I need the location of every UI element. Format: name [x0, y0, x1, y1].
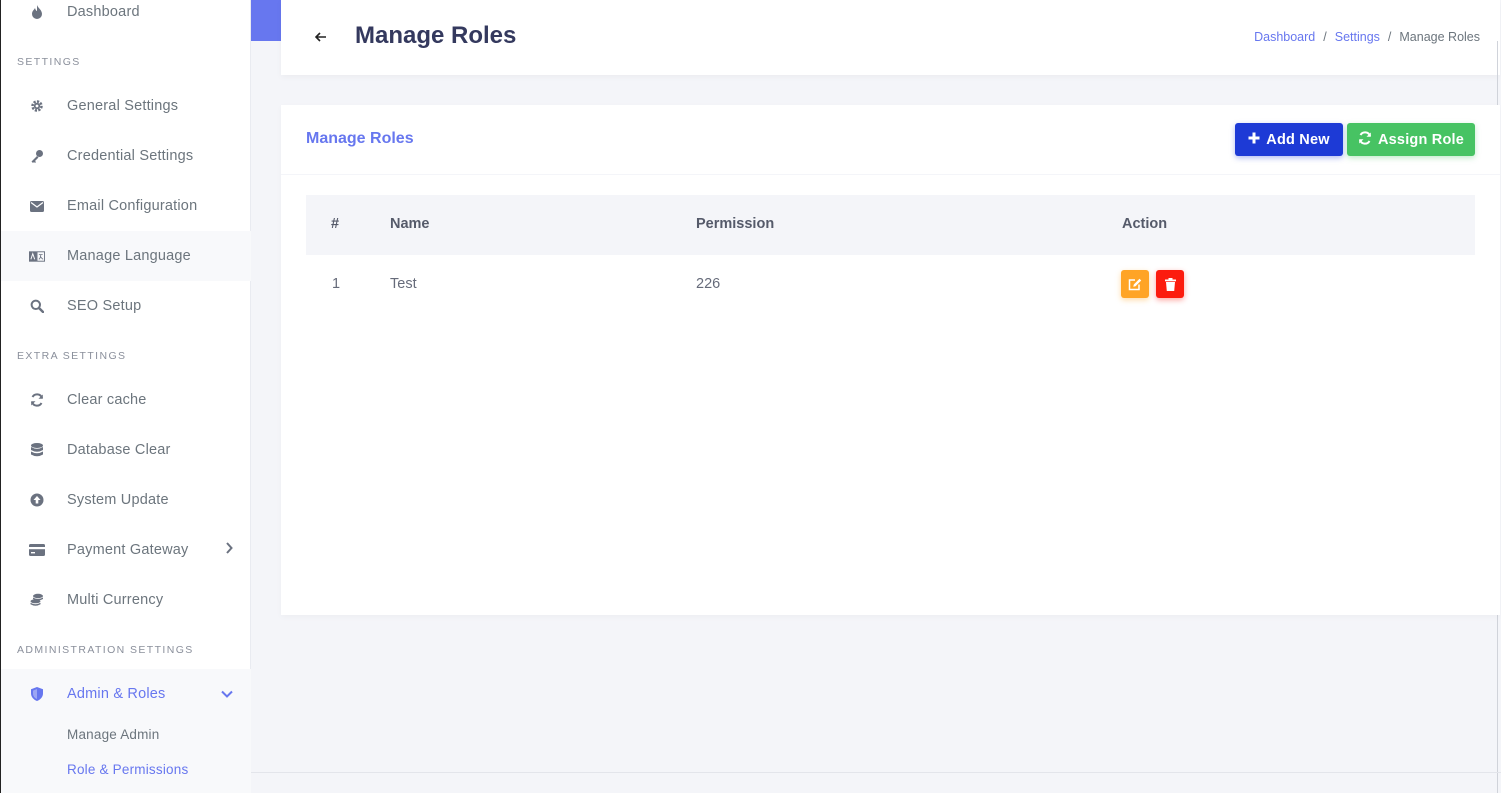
sidebar-subitem-role-permissions[interactable]: Role & Permissions [67, 762, 188, 777]
sidebar-item-payment-gateway[interactable]: Payment Gateway [1, 525, 251, 575]
sidebar-item-database-clear[interactable]: Database Clear [1, 425, 251, 475]
page-title: Manage Roles [355, 22, 517, 49]
sidebar-item-label: Database Clear [67, 442, 171, 458]
sidebar-item-label: System Update [67, 492, 169, 508]
add-new-button[interactable]: Add New [1235, 123, 1343, 156]
key-icon [29, 148, 45, 164]
sidebar-item-system-update[interactable]: System Update [1, 475, 251, 525]
assign-role-button[interactable]: Assign Role [1347, 123, 1475, 156]
header-accent [251, 0, 281, 41]
upload-circle-icon [29, 492, 45, 508]
column-header-action: Action [1122, 216, 1168, 232]
sidebar-item-label: Dashboard [67, 4, 140, 20]
column-header-index: # [331, 216, 340, 232]
breadcrumb-separator: / [1323, 30, 1327, 44]
divider [281, 174, 1500, 175]
roles-card: Manage Roles Add New Assign Role # Name … [281, 105, 1500, 615]
sidebar-item-multi-currency[interactable]: Multi Currency [1, 575, 251, 625]
refresh-icon [29, 392, 45, 408]
plus-icon [1248, 132, 1260, 148]
breadcrumb-settings[interactable]: Settings [1335, 30, 1380, 44]
sidebar-item-label: Email Configuration [67, 198, 198, 214]
gear-icon [29, 98, 45, 114]
chevron-right-icon [225, 542, 233, 558]
breadcrumb: Dashboard / Settings / Manage Roles [1254, 30, 1480, 44]
breadcrumb-separator: / [1387, 30, 1392, 44]
sidebar-item-seo-setup[interactable]: SEO Setup [1, 281, 251, 331]
language-icon [29, 248, 45, 264]
sidebar-item-label: Credential Settings [67, 148, 194, 164]
table-header: # Name Permission Action [306, 195, 1475, 255]
sidebar-item-credential-settings[interactable]: Credential Settings [1, 131, 251, 181]
sidebar-section-administration-settings: Administration Settings [17, 644, 194, 656]
chevron-down-icon [221, 686, 233, 702]
search-icon [29, 298, 45, 314]
table-row: 1 Test 226 [306, 255, 1475, 315]
breadcrumb-current: Manage Roles [1399, 30, 1480, 44]
envelope-icon [29, 198, 45, 214]
assign-role-label: Assign Role [1378, 131, 1464, 148]
row-permission: 226 [696, 276, 721, 292]
shield-icon [29, 686, 45, 702]
sidebar: Dashboard Settings General Settings Cred… [0, 0, 251, 793]
sidebar-item-clear-cache[interactable]: Clear cache [1, 375, 251, 425]
coins-icon [29, 592, 45, 608]
sidebar-item-manage-language[interactable]: Manage Language [1, 231, 251, 281]
sidebar-item-email-configuration[interactable]: Email Configuration [1, 181, 251, 231]
database-icon [29, 442, 45, 458]
refresh-icon [1358, 130, 1372, 149]
add-new-label: Add New [1266, 131, 1330, 148]
sidebar-item-admin-roles[interactable]: Admin & Roles [1, 669, 251, 719]
sidebar-item-label: Clear cache [67, 392, 147, 408]
breadcrumb-dashboard[interactable]: Dashboard [1254, 30, 1315, 44]
sidebar-section-extra-settings: Extra Settings [17, 350, 127, 362]
row-name: Test [390, 276, 417, 292]
back-arrow-icon[interactable] [311, 27, 331, 47]
page-header: Manage Roles Dashboard / Settings / Mana… [281, 0, 1500, 75]
edit-button[interactable] [1121, 270, 1149, 298]
sidebar-item-label: Multi Currency [67, 592, 164, 608]
sidebar-item-label: General Settings [67, 98, 179, 114]
sidebar-subitem-manage-admin[interactable]: Manage Admin [67, 727, 159, 742]
footer-divider [251, 772, 1501, 773]
delete-button[interactable] [1156, 270, 1184, 298]
edit-icon [1128, 278, 1142, 290]
sidebar-item-dashboard[interactable]: Dashboard [1, 0, 251, 37]
column-header-permission: Permission [696, 216, 775, 232]
sidebar-item-label: Admin & Roles [67, 686, 166, 702]
sidebar-item-label: SEO Setup [67, 298, 142, 314]
sidebar-item-label: Payment Gateway [67, 542, 189, 558]
fire-icon [29, 4, 45, 20]
sidebar-item-general-settings[interactable]: General Settings [1, 81, 251, 131]
sidebar-item-label: Manage Language [67, 248, 191, 264]
credit-card-icon [29, 542, 45, 558]
sidebar-section-settings: Settings [17, 56, 81, 68]
row-index: 1 [332, 276, 341, 292]
card-title: Manage Roles [306, 130, 414, 147]
column-header-name: Name [390, 216, 430, 232]
trash-icon [1164, 277, 1176, 291]
